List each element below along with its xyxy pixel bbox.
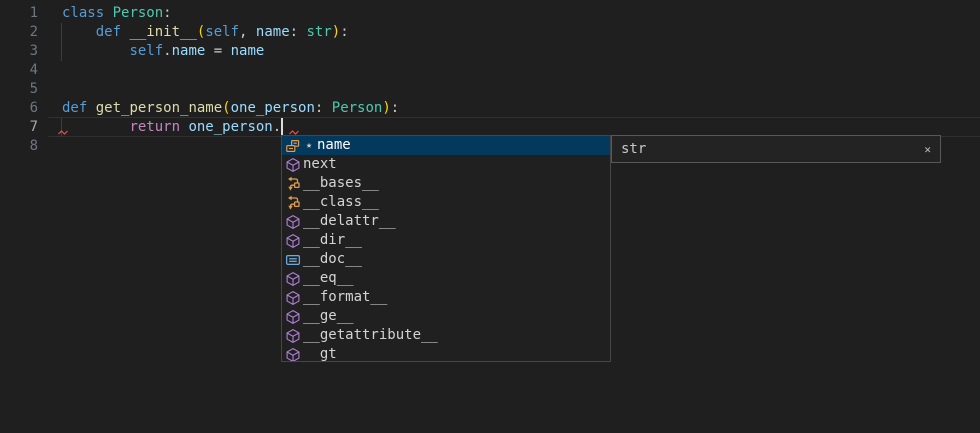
line-number: 5 <box>0 80 38 99</box>
suggestion-item[interactable]: __delattr__ <box>282 212 610 231</box>
method-symbol-icon <box>285 233 301 249</box>
suggest-widget-list: ★name next __bases__ __class__ __delattr… <box>281 135 611 362</box>
suggestion-item[interactable]: next <box>282 155 610 174</box>
suggestion-label: name <box>317 136 351 155</box>
suggestion-item[interactable]: __ge__ <box>282 307 610 326</box>
error-squiggle <box>58 130 70 135</box>
suggestion-item[interactable]: __bases__ <box>282 174 610 193</box>
suggestion-item[interactable]: __eq__ <box>282 269 610 288</box>
suggestion-label: __ge__ <box>303 307 354 326</box>
suggestion-item[interactable]: __getattribute__ <box>282 326 610 345</box>
suggestion-label: __eq__ <box>303 269 354 288</box>
suggestion-item[interactable]: __doc__ <box>282 250 610 269</box>
code-line[interactable]: class Person: <box>62 4 399 23</box>
line-number: 8 <box>0 137 38 156</box>
star-icon: ★ <box>303 140 315 151</box>
line-number: 2 <box>0 23 38 42</box>
suggestion-label: __doc__ <box>303 250 362 269</box>
suggestion-label: __delattr__ <box>303 212 396 231</box>
code-line[interactable]: def get_person_name(one_person: Person): <box>62 99 399 118</box>
line-number: 6 <box>0 99 38 118</box>
method-symbol-icon <box>285 309 301 325</box>
code-area[interactable]: class Person: def __init__(self, name: s… <box>62 4 399 156</box>
method-symbol-icon <box>285 328 301 344</box>
constant-symbol-icon <box>285 252 301 268</box>
suggestion-item[interactable]: __class__ <box>282 193 610 212</box>
suggestion-item[interactable]: __dir__ <box>282 231 610 250</box>
class-symbol-icon <box>285 195 301 211</box>
docs-type-text: str <box>621 141 646 157</box>
suggestion-label: next <box>303 155 337 174</box>
text-cursor <box>281 118 283 135</box>
code-line[interactable] <box>62 80 399 99</box>
suggestion-label: __class__ <box>303 193 379 212</box>
editor-gutter: 12345678 <box>0 4 38 156</box>
suggestion-label: __bases__ <box>303 174 379 193</box>
indent-guide <box>61 42 62 61</box>
suggestion-label: __dir__ <box>303 231 362 250</box>
suggestion-item[interactable]: ★name <box>282 136 610 155</box>
code-editor: 12345678 class Person: def __init__(self… <box>0 0 980 433</box>
indent-guide <box>61 23 62 42</box>
class-symbol-icon <box>285 176 301 192</box>
code-line[interactable] <box>62 61 399 80</box>
method-symbol-icon <box>285 271 301 287</box>
line-number: 3 <box>0 42 38 61</box>
suggestion-label: __gt__ <box>303 345 354 362</box>
field-symbol-icon <box>285 138 301 154</box>
suggestion-item[interactable]: __format__ <box>282 288 610 307</box>
method-symbol-icon <box>285 157 301 173</box>
suggestion-label: __format__ <box>303 288 387 307</box>
close-icon[interactable]: ✕ <box>924 144 931 155</box>
code-line[interactable]: def __init__(self, name: str): <box>62 23 399 42</box>
line-number: 4 <box>0 61 38 80</box>
line-number: 1 <box>0 4 38 23</box>
suggestion-label: __getattribute__ <box>303 326 438 345</box>
method-symbol-icon <box>285 347 301 363</box>
method-symbol-icon <box>285 290 301 306</box>
code-line[interactable]: self.name = name <box>62 42 399 61</box>
suggest-docs-panel: str ✕ <box>611 135 941 163</box>
method-symbol-icon <box>285 214 301 230</box>
suggestion-item[interactable]: __gt__ <box>282 345 610 362</box>
line-number: 7 <box>0 118 38 137</box>
